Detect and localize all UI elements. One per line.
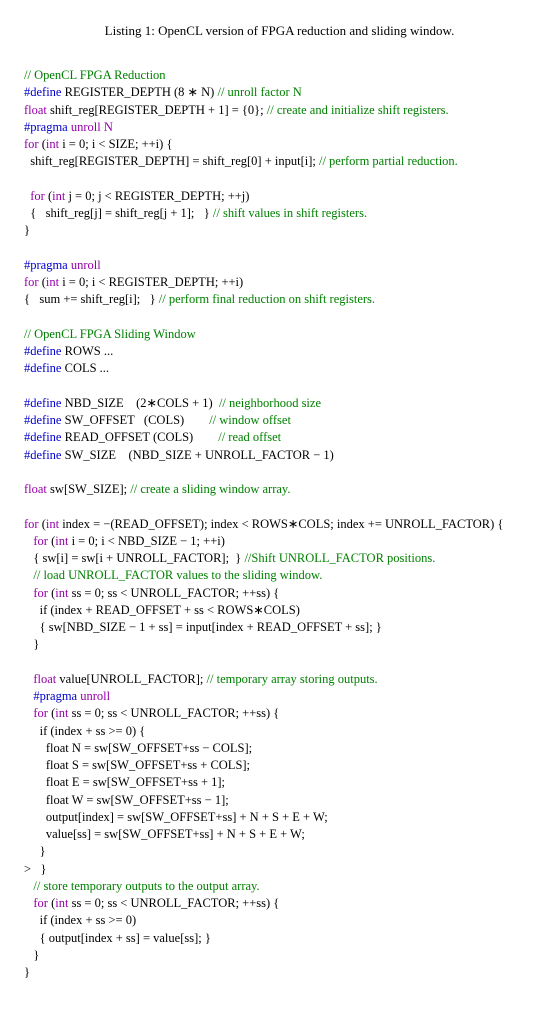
- comment: // unroll factor N: [217, 85, 301, 99]
- kw-for: for: [24, 137, 39, 151]
- type-int: int: [52, 189, 65, 203]
- code-text: ∗: [188, 85, 198, 99]
- code-listing: // OpenCL FPGA Reduction #define REGISTE…: [24, 50, 535, 982]
- pp-define: #define: [24, 361, 61, 375]
- code-text: }: [24, 965, 30, 979]
- comment: // OpenCL FPGA Sliding Window: [24, 327, 196, 341]
- kw-for: for: [33, 586, 48, 600]
- type-int: int: [46, 275, 59, 289]
- pp-define: #define: [24, 396, 61, 410]
- listing-caption: Listing 1: OpenCL version of FPGA reduct…: [24, 22, 535, 40]
- page: { "caption": "Listing 1: OpenCL version …: [0, 0, 559, 1011]
- pragma-arg: unroll N: [68, 120, 113, 134]
- code-text: if (index + READ_OFFSET + ss < ROWS∗COLS…: [24, 603, 300, 617]
- code-text: }: [24, 637, 39, 651]
- comment: //Shift UNROLL_FACTOR positions.: [244, 551, 435, 565]
- pp-define: #define: [24, 413, 61, 427]
- code-text: }: [24, 844, 46, 858]
- code-text: { sw[NBD_SIZE − 1 + ss] = input[index + …: [24, 620, 382, 634]
- code-text: SW_OFFSET (COLS): [61, 413, 209, 427]
- code-text: sw[SW_SIZE];: [47, 482, 130, 496]
- code-text: REGISTER_DEPTH (8: [65, 85, 188, 99]
- code-text: if (index + ss >= 0) {: [24, 724, 145, 738]
- code-text: float E = sw[SW_OFFSET+ss + 1];: [24, 775, 225, 789]
- type-int: int: [55, 586, 68, 600]
- code-text: ss = 0; ss < UNROLL_FACTOR; ++ss) {: [68, 706, 279, 720]
- code-text: float S = sw[SW_OFFSET+ss + COLS];: [24, 758, 250, 772]
- type-float: float: [24, 103, 47, 117]
- code-text: N): [198, 85, 217, 99]
- stray-char: >: [24, 862, 31, 876]
- comment: // create and initialize shift registers…: [267, 103, 449, 117]
- code-text: index = −(READ_OFFSET); index < ROWS∗COL…: [59, 517, 503, 531]
- code-text: output[index] = sw[SW_OFFSET+ss] + N + S…: [24, 810, 328, 824]
- pp-define: #define: [24, 344, 61, 358]
- type-float: float: [33, 672, 56, 686]
- type-int: int: [46, 137, 59, 151]
- kw-for: for: [30, 189, 45, 203]
- code-text: COLS ...: [61, 361, 109, 375]
- comment: // read offset: [218, 430, 281, 444]
- comment: // load UNROLL_FACTOR values to the slid…: [24, 568, 322, 582]
- code-text: }: [24, 948, 39, 962]
- comment: // create a sliding window array.: [130, 482, 290, 496]
- code-text: { output[index + ss] = value[ss]; }: [24, 931, 211, 945]
- code-text: float N = sw[SW_OFFSET+ss − COLS];: [24, 741, 252, 755]
- code-text: NBD_SIZE (2∗COLS + 1): [61, 396, 218, 410]
- pp-pragma: #pragma: [24, 120, 68, 134]
- code-text: value[UNROLL_FACTOR];: [56, 672, 206, 686]
- type-int: int: [55, 896, 68, 910]
- comment: // OpenCL FPGA Reduction: [24, 68, 166, 82]
- code-text: READ_OFFSET (COLS): [61, 430, 218, 444]
- code-text: { sw[i] = sw[i + UNROLL_FACTOR]; }: [24, 551, 244, 565]
- comment: // temporary array storing outputs.: [207, 672, 378, 686]
- kw-for: for: [33, 896, 48, 910]
- code-text: if (index + ss >= 0): [24, 913, 136, 927]
- pragma-arg: unroll: [68, 258, 101, 272]
- code-text: SW_SIZE (NBD_SIZE + UNROLL_FACTOR − 1): [61, 448, 333, 462]
- comment: // perform partial reduction.: [319, 154, 458, 168]
- type-int: int: [55, 706, 68, 720]
- pp-pragma: #pragma: [24, 258, 68, 272]
- comment: // neighborhood size: [219, 396, 321, 410]
- comment: // window offset: [209, 413, 291, 427]
- comment: // perform final reduction on shift regi…: [159, 292, 375, 306]
- code-text: ss = 0; ss < UNROLL_FACTOR; ++ss) {: [68, 586, 279, 600]
- kw-for: for: [33, 706, 48, 720]
- pp-define: #define: [24, 448, 61, 462]
- code-text: shift_reg[REGISTER_DEPTH] = shift_reg[0]…: [24, 154, 319, 168]
- comment: // store temporary outputs to the output…: [24, 879, 260, 893]
- code-text: ss = 0; ss < UNROLL_FACTOR; ++ss) {: [68, 896, 279, 910]
- type-float: float: [24, 482, 47, 496]
- code-text: float W = sw[SW_OFFSET+ss − 1];: [24, 793, 229, 807]
- code-text: }: [31, 862, 46, 876]
- pp-pragma: #pragma: [33, 689, 77, 703]
- code-text: i = 0; i < SIZE; ++i) {: [59, 137, 172, 151]
- code-text: { sum += shift_reg[i]; }: [24, 292, 159, 306]
- pragma-arg: unroll: [77, 689, 110, 703]
- code-text: value[ss] = sw[SW_OFFSET+ss] + N + S + E…: [24, 827, 305, 841]
- code-text: { shift_reg[j] = shift_reg[j + 1]; }: [24, 206, 213, 220]
- kw-for: for: [24, 517, 39, 531]
- code-text: i = 0; i < NBD_SIZE − 1; ++i): [68, 534, 224, 548]
- type-int: int: [55, 534, 68, 548]
- pp-define: #define: [24, 85, 61, 99]
- code-text: j = 0; j < REGISTER_DEPTH; ++j): [65, 189, 249, 203]
- kw-for: for: [24, 275, 39, 289]
- code-text: i = 0; i < REGISTER_DEPTH; ++i): [59, 275, 243, 289]
- type-int: int: [46, 517, 59, 531]
- code-text: ROWS ...: [61, 344, 113, 358]
- comment: // shift values in shift registers.: [213, 206, 367, 220]
- pp-define: #define: [24, 430, 61, 444]
- code-text: shift_reg[REGISTER_DEPTH + 1] = {0};: [47, 103, 267, 117]
- kw-for: for: [33, 534, 48, 548]
